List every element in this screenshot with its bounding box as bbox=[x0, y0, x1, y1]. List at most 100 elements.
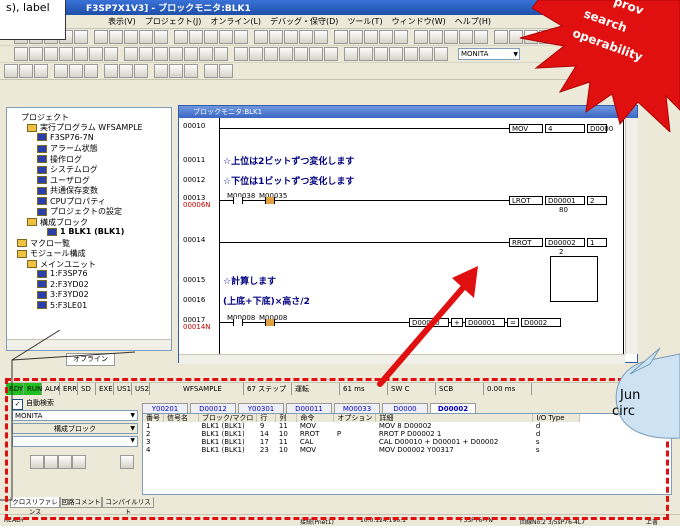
toolbar-button[interactable] bbox=[429, 30, 443, 44]
toolbar-button[interactable] bbox=[374, 47, 388, 61]
toolbar-button[interactable] bbox=[124, 30, 138, 44]
tree-item[interactable]: 5:F3LE01 bbox=[37, 301, 87, 310]
toolbar-button[interactable] bbox=[104, 47, 118, 61]
toolbar-button[interactable] bbox=[169, 47, 183, 61]
toolbar-button[interactable] bbox=[174, 30, 188, 44]
toolbar-button[interactable] bbox=[189, 30, 203, 44]
contact-symbol[interactable] bbox=[233, 319, 243, 326]
tree-item[interactable]: 3:F3YD02 bbox=[37, 290, 89, 299]
tree-item[interactable]: プロジェクトの設定 bbox=[37, 206, 122, 217]
toolbar-button[interactable] bbox=[119, 64, 133, 78]
toolbar-button[interactable] bbox=[219, 30, 233, 44]
toolbar-button[interactable] bbox=[74, 30, 88, 44]
toolbar-button[interactable] bbox=[314, 30, 328, 44]
toolbar-button[interactable] bbox=[359, 47, 373, 61]
toolbar-button[interactable] bbox=[74, 47, 88, 61]
toolbar-button[interactable] bbox=[379, 30, 393, 44]
toolbar-button[interactable] bbox=[234, 47, 248, 61]
tree-item[interactable]: メインユニット bbox=[27, 259, 96, 270]
instruction-cell[interactable]: D0002 bbox=[521, 318, 561, 327]
contact-symbol[interactable] bbox=[265, 319, 275, 326]
toolbar-button[interactable] bbox=[269, 30, 283, 44]
toolbar-button[interactable] bbox=[139, 47, 153, 61]
toolbar-button[interactable] bbox=[254, 30, 268, 44]
tree-item[interactable]: CPUプロパティ bbox=[37, 196, 106, 207]
menu-item[interactable]: オンライン(L) bbox=[210, 17, 261, 26]
tree-item[interactable]: 1:F3SP76 bbox=[37, 269, 88, 278]
toolbar-button[interactable] bbox=[334, 30, 348, 44]
menu-item[interactable]: ツール(T) bbox=[347, 17, 382, 26]
toolbar-button[interactable] bbox=[124, 47, 138, 61]
tree-item[interactable]: ユーザログ bbox=[37, 175, 90, 186]
toolbar-button[interactable] bbox=[104, 64, 118, 78]
menu-item[interactable]: ヘルプ(H) bbox=[455, 17, 491, 26]
toolbar-button[interactable] bbox=[154, 64, 168, 78]
toolbar-button[interactable] bbox=[154, 47, 168, 61]
instruction-cell[interactable]: 2 bbox=[587, 196, 607, 205]
menu-item[interactable]: ウィンドウ(W) bbox=[392, 17, 446, 26]
toolbar-button[interactable] bbox=[204, 64, 218, 78]
tree-item[interactable]: F3SP76-7N bbox=[37, 133, 94, 142]
menu-item[interactable]: デバッグ・保守(D) bbox=[270, 17, 338, 26]
instruction-cell[interactable]: D00002 bbox=[545, 238, 585, 247]
toolbar-button[interactable] bbox=[474, 30, 488, 44]
toolbar-button[interactable] bbox=[324, 47, 338, 61]
toolbar-button[interactable] bbox=[94, 30, 108, 44]
contact-symbol[interactable] bbox=[265, 197, 275, 204]
tree-item[interactable]: 操作ログ bbox=[37, 154, 82, 165]
toolbar-button[interactable] bbox=[44, 47, 58, 61]
toolbar-button[interactable] bbox=[204, 30, 218, 44]
tree-item[interactable]: 共通保存変数 bbox=[37, 185, 98, 196]
tree-item[interactable]: マクロ一覧 bbox=[17, 238, 70, 249]
toolbar-button[interactable] bbox=[234, 30, 248, 44]
toolbar-button[interactable] bbox=[59, 47, 73, 61]
toolbar-button[interactable] bbox=[309, 47, 323, 61]
toolbar-button[interactable] bbox=[14, 47, 28, 61]
menu-item[interactable]: プロジェクト(J) bbox=[145, 17, 202, 26]
toolbar-button[interactable] bbox=[109, 30, 123, 44]
toolbar-button[interactable] bbox=[214, 47, 228, 61]
toolbar-button[interactable] bbox=[294, 47, 308, 61]
tree-item[interactable]: モジュール構成 bbox=[17, 248, 85, 259]
tree-item[interactable]: 実行プログラム WFSAMPLE bbox=[27, 122, 143, 133]
toolbar-button[interactable] bbox=[84, 64, 98, 78]
toolbar-button[interactable] bbox=[54, 64, 68, 78]
toolbar-button[interactable] bbox=[264, 47, 278, 61]
toolbar-button[interactable] bbox=[169, 64, 183, 78]
toolbar-button[interactable] bbox=[184, 64, 198, 78]
tree-item[interactable]: アラーム状態 bbox=[37, 143, 98, 154]
toolbar-button[interactable] bbox=[299, 30, 313, 44]
toolbar-button[interactable] bbox=[459, 30, 473, 44]
toolbar-button[interactable] bbox=[184, 47, 198, 61]
instruction-cell[interactable]: = bbox=[507, 318, 519, 327]
menu-item[interactable]: 表示(V) bbox=[108, 17, 136, 26]
instruction-cell[interactable]: RROT bbox=[509, 238, 543, 247]
instruction-cell[interactable]: 1 bbox=[587, 238, 607, 247]
toolbar-button[interactable] bbox=[279, 47, 293, 61]
toolbar-button[interactable] bbox=[404, 47, 418, 61]
toolbar-button[interactable] bbox=[284, 30, 298, 44]
instruction-cell[interactable]: D00001 bbox=[545, 196, 585, 205]
toolbar-button[interactable] bbox=[434, 47, 448, 61]
instruction-cell[interactable]: LROT bbox=[509, 196, 543, 205]
toolbar-button[interactable] bbox=[69, 64, 83, 78]
toolbar-button[interactable] bbox=[349, 30, 363, 44]
ladder-vscrollbar[interactable] bbox=[625, 118, 638, 354]
contact-symbol[interactable] bbox=[233, 197, 243, 204]
toolbar-button[interactable] bbox=[389, 47, 403, 61]
toolbar-button[interactable] bbox=[19, 64, 33, 78]
toolbar-button[interactable] bbox=[344, 47, 358, 61]
tree-item[interactable]: 構成ブロック bbox=[27, 217, 88, 228]
toolbar-button[interactable] bbox=[249, 47, 263, 61]
tree-item[interactable]: 1 BLK1 (BLK1) bbox=[47, 227, 124, 236]
toolbar-button[interactable] bbox=[414, 30, 428, 44]
toolbar-button[interactable] bbox=[139, 30, 153, 44]
toolbar-button[interactable] bbox=[34, 64, 48, 78]
toolbar-button[interactable] bbox=[219, 64, 233, 78]
toolbar-button[interactable] bbox=[29, 47, 43, 61]
toolbar-button[interactable] bbox=[4, 64, 18, 78]
toolbar-button[interactable] bbox=[444, 30, 458, 44]
toolbar-button[interactable] bbox=[394, 30, 408, 44]
toolbar-button[interactable] bbox=[154, 30, 168, 44]
toolbar-button[interactable] bbox=[364, 30, 378, 44]
